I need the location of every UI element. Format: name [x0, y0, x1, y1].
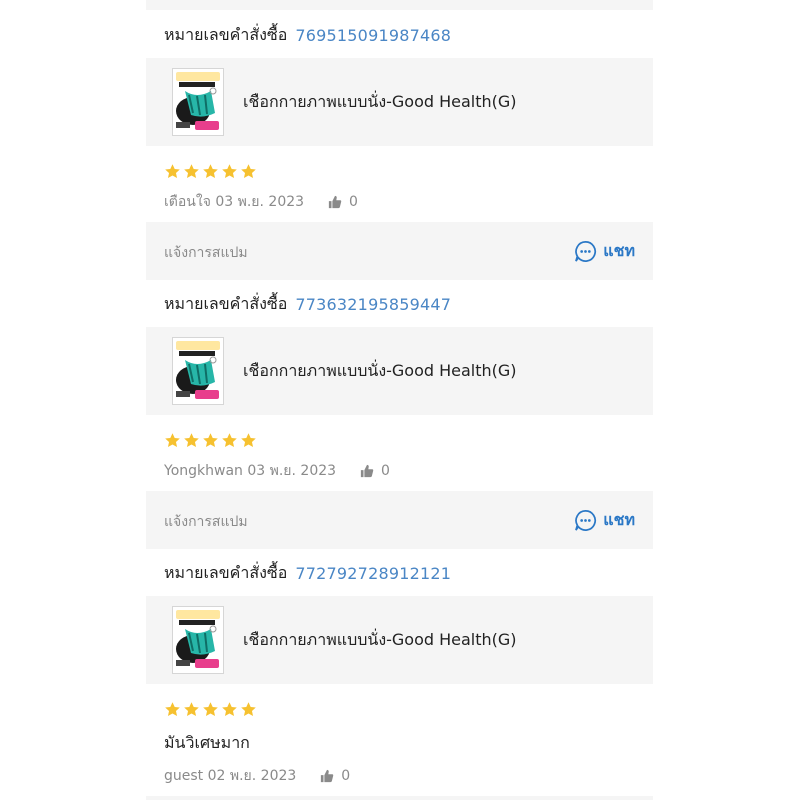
- order-number-link[interactable]: 772792728912121: [295, 564, 451, 583]
- bottom-divider: [146, 796, 653, 800]
- reviewer-name: เตือนใจ: [164, 194, 211, 210]
- review-date: 03 พ.ย. 2023: [247, 463, 337, 479]
- like-button[interactable]: 0: [320, 768, 350, 784]
- review-comment: มันวิเศษมาก: [164, 733, 250, 752]
- review-feed: หมายเลขคำสั่งซื้อ 769515091987468 เชือกก…: [146, 0, 653, 800]
- chat-bubble-icon: [575, 241, 597, 262]
- review-actions: แจ้งการสแปม แชท: [146, 491, 653, 549]
- star-icon: [203, 164, 218, 179]
- star-icon: [222, 164, 237, 179]
- star-icon: [241, 433, 256, 448]
- product-box[interactable]: เชือกกายภาพแบบนั่ง-Good Health(G): [146, 596, 653, 684]
- star-icon: [241, 164, 256, 179]
- order-line: หมายเลขคำสั่งซื้อ 769515091987468: [164, 23, 451, 47]
- product-thumbnail: [172, 337, 224, 405]
- report-spam-link[interactable]: แจ้งการสแปม: [164, 242, 248, 264]
- thumbs-up-icon: [360, 464, 374, 478]
- product-name: เชือกกายภาพแบบนั่ง-Good Health(G): [243, 92, 517, 111]
- product-name: เชือกกายภาพแบบนั่ง-Good Health(G): [243, 630, 517, 649]
- star-icon: [165, 433, 180, 448]
- like-count: 0: [349, 194, 358, 210]
- order-label: หมายเลขคำสั่งซื้อ: [164, 293, 288, 313]
- star-icon: [165, 164, 180, 179]
- chat-button[interactable]: แชท: [574, 239, 635, 264]
- star-icon: [165, 702, 180, 717]
- order-number-link[interactable]: 773632195859447: [295, 295, 451, 314]
- review-meta: เตือนใจ 03 พ.ย. 2023 0: [164, 191, 358, 213]
- like-count: 0: [381, 463, 390, 479]
- star-icon: [184, 433, 199, 448]
- review-date: 02 พ.ย. 2023: [207, 768, 297, 784]
- like-button[interactable]: 0: [328, 194, 358, 210]
- star-rating: [164, 432, 257, 449]
- order-label: หมายเลขคำสั่งซื้อ: [164, 24, 288, 44]
- star-icon: [184, 702, 199, 717]
- chat-button[interactable]: แชท: [574, 508, 635, 533]
- order-label: หมายเลขคำสั่งซื้อ: [164, 562, 288, 582]
- star-icon: [222, 702, 237, 717]
- thumbs-up-icon: [328, 195, 342, 209]
- star-icon: [203, 433, 218, 448]
- product-box[interactable]: เชือกกายภาพแบบนั่ง-Good Health(G): [146, 58, 653, 146]
- product-thumbnail: [172, 606, 224, 674]
- product-box[interactable]: เชือกกายภาพแบบนั่ง-Good Health(G): [146, 327, 653, 415]
- star-icon: [222, 433, 237, 448]
- star-icon: [203, 702, 218, 717]
- order-line: หมายเลขคำสั่งซื้อ 772792728912121: [164, 561, 451, 585]
- chat-bubble-icon: [575, 510, 597, 531]
- star-rating: [164, 701, 257, 718]
- chat-label: แชท: [603, 510, 635, 529]
- chat-label: แชท: [603, 241, 635, 260]
- product-name: เชือกกายภาพแบบนั่ง-Good Health(G): [243, 361, 517, 380]
- star-icon: [184, 164, 199, 179]
- reviewer-name: Yongkhwan: [164, 463, 243, 479]
- review-meta: guest 02 พ.ย. 2023 0: [164, 765, 350, 787]
- order-number-link[interactable]: 769515091987468: [295, 26, 451, 45]
- review-date: 03 พ.ย. 2023: [215, 194, 305, 210]
- thumbs-up-icon: [321, 769, 334, 783]
- review-actions: แจ้งการสแปม แชท: [146, 222, 653, 280]
- star-icon: [241, 702, 256, 717]
- report-spam-link[interactable]: แจ้งการสแปม: [164, 511, 248, 533]
- review-meta: Yongkhwan 03 พ.ย. 2023 0: [164, 460, 390, 482]
- product-thumbnail: [172, 68, 224, 136]
- star-rating: [164, 163, 257, 180]
- order-line: หมายเลขคำสั่งซื้อ 773632195859447: [164, 292, 451, 316]
- like-count: 0: [341, 768, 351, 784]
- top-divider: [146, 0, 653, 10]
- reviewer-name: guest: [164, 768, 204, 784]
- like-button[interactable]: 0: [360, 463, 390, 479]
